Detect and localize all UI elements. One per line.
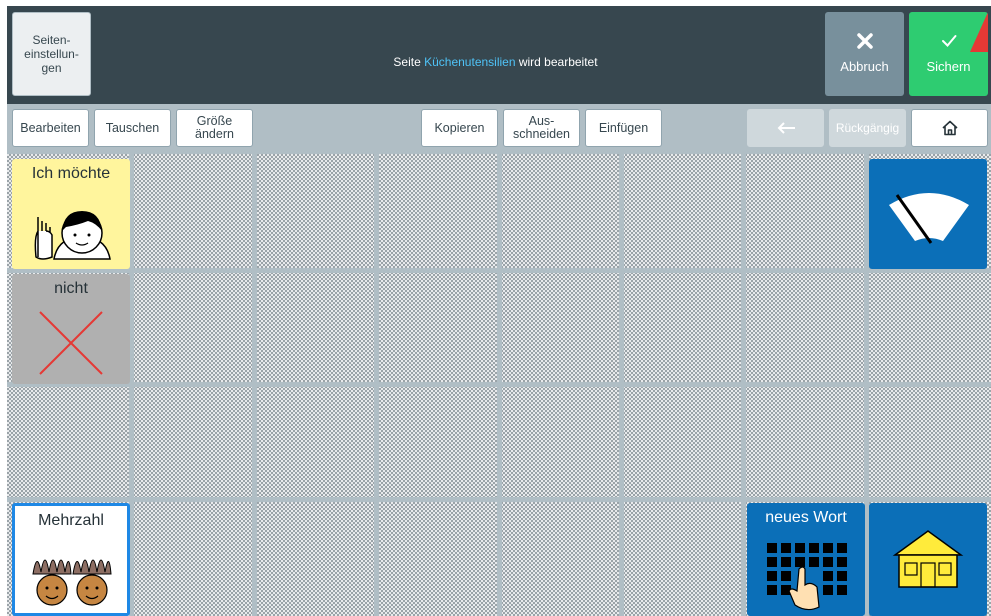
home-button[interactable] [911, 109, 988, 147]
tile-label: nicht [54, 280, 88, 297]
swap-button[interactable]: Tauschen [94, 109, 171, 147]
arrow-left-icon [777, 122, 795, 134]
back-button[interactable] [747, 109, 824, 147]
status-page-name: Küchenutensilien [424, 55, 516, 69]
tile-i-want[interactable]: Ich möchte [12, 159, 130, 269]
grid-divider [7, 268, 991, 273]
keyboard-hand-icon [767, 543, 847, 611]
tile-label: neues Wort [765, 509, 847, 526]
cut-button[interactable]: Aus- schneiden [503, 109, 580, 147]
resize-button[interactable]: Größe ändern [176, 109, 253, 147]
undo-button[interactable]: Rückgängig [829, 109, 906, 147]
tile-windshield-wiper[interactable] [869, 159, 987, 269]
edit-button[interactable]: Bearbeiten [12, 109, 89, 147]
girl-pointing-icon [34, 211, 111, 260]
cancel-button[interactable]: Abbruch [825, 12, 904, 96]
windshield-wiper-icon [889, 193, 969, 244]
close-icon [825, 32, 904, 54]
tile-home[interactable] [869, 503, 987, 616]
status-prefix: Seite [393, 55, 425, 69]
red-cross-icon [39, 311, 103, 375]
tile-label: Mehrzahl [38, 512, 104, 529]
corner-flag-icon [970, 12, 988, 52]
people-headdress-icon [32, 559, 112, 606]
copy-button[interactable]: Kopieren [421, 109, 498, 147]
tile-new-word[interactable]: neues Wort [747, 503, 865, 616]
page-settings-button[interactable]: Seiten- einstellun- gen [12, 12, 91, 96]
tile-plural[interactable]: Mehrzahl [12, 503, 130, 616]
home-icon [941, 120, 958, 136]
tile-label: Ich möchte [31, 165, 111, 182]
tile-not[interactable]: nicht [12, 274, 130, 384]
house-icon [892, 530, 964, 588]
grid-divider [7, 382, 991, 387]
status-suffix: wird bearbeitet [515, 55, 598, 69]
save-button[interactable]: Sichern [909, 12, 988, 96]
cancel-label: Abbruch [840, 59, 889, 74]
paste-button[interactable]: Einfügen [585, 109, 662, 147]
grid-divider [7, 497, 991, 502]
save-label: Sichern [926, 59, 971, 74]
